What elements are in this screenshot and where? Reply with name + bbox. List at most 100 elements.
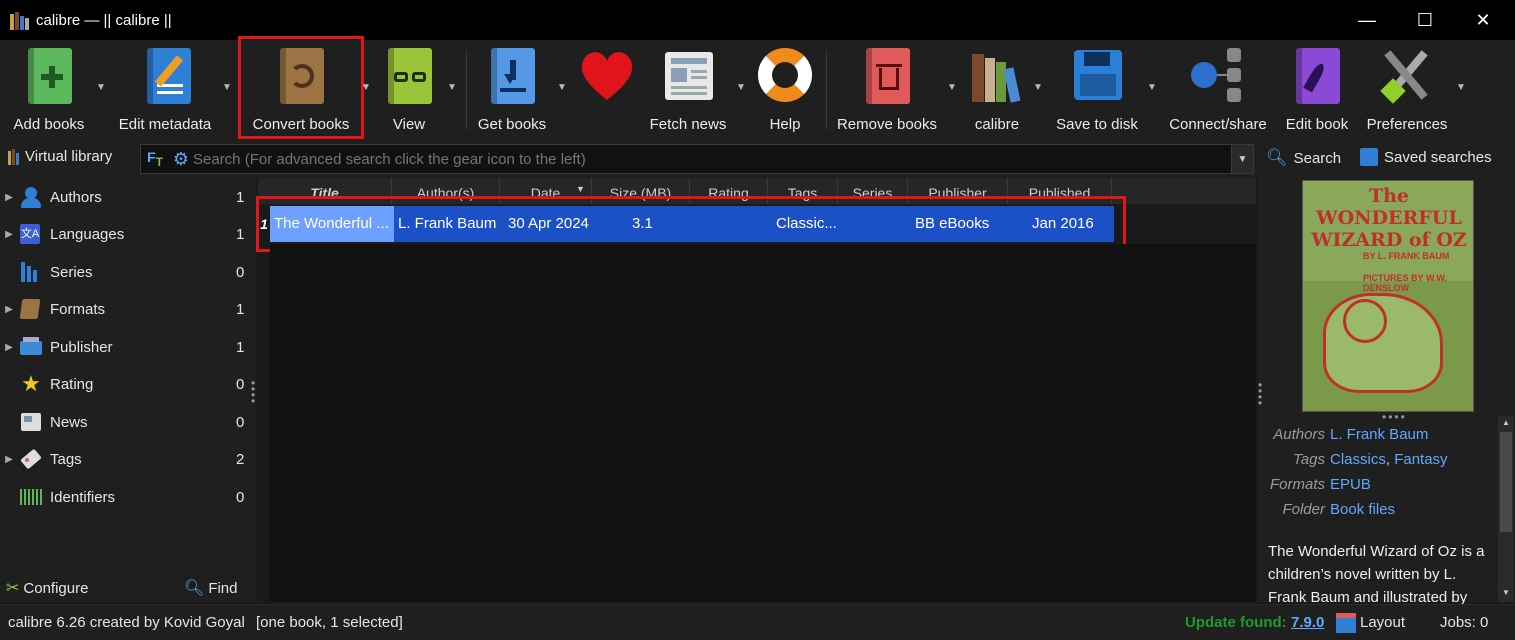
left-splitter-handle[interactable]: • • • • <box>251 377 255 407</box>
cover-splitter-handle[interactable]: •••• <box>1382 410 1407 424</box>
tag-category-label: Publisher <box>50 338 113 356</box>
saved-searches-button[interactable]: Saved searches <box>1360 148 1492 166</box>
find-label: Find <box>208 579 238 597</box>
tag-category-tags[interactable]: ▶ Tags 2 <box>0 441 256 477</box>
tag-category-count: 1 <box>236 225 245 243</box>
maximize-button[interactable]: ☐ <box>1402 0 1448 40</box>
book-details-panel: • • • • The WONDERFUL WIZARD of OZ BY L. FR… <box>1258 178 1515 606</box>
meta-formats-link[interactable]: EPUB <box>1330 476 1371 500</box>
edit-book-button[interactable]: Edit book <box>1282 40 1352 138</box>
update-version-link[interactable]: 7.9.0 <box>1291 614 1324 631</box>
save-to-disk-button[interactable]: Save to disk <box>1054 40 1140 138</box>
search-box: FT ⚙ ▼ <box>140 144 1254 174</box>
search-input[interactable] <box>193 145 1231 173</box>
search-history-dropdown[interactable]: ▼ <box>1231 145 1253 173</box>
virtual-library-label: Virtual library <box>25 148 113 165</box>
edit-metadata-button[interactable]: Edit metadata <box>114 40 216 138</box>
meta-authors-link[interactable]: L. Frank Baum <box>1330 426 1428 450</box>
tag-category-label: News <box>50 413 88 431</box>
view-button[interactable]: View <box>374 40 444 138</box>
search-row: Virtual library FT ⚙ ▼ 🔍︎ Search Saved s… <box>0 140 1515 178</box>
tag-category-news[interactable]: News 0 <box>0 404 256 440</box>
expand-arrow-icon[interactable]: ▶ <box>0 229 18 240</box>
scrollbar-thumb[interactable] <box>1500 432 1512 532</box>
tag-category-label: Tags <box>50 450 82 468</box>
remove-books-button[interactable]: Remove books <box>834 40 940 138</box>
expand-arrow-icon[interactable]: ▶ <box>0 192 18 203</box>
full-text-search-icon[interactable]: FT <box>141 149 169 169</box>
help-button[interactable]: Help <box>752 40 818 138</box>
donate-heart-button[interactable] <box>574 40 640 138</box>
calibre-app-icon <box>10 10 30 30</box>
saved-searches-label: Saved searches <box>1384 148 1492 166</box>
tag-category-count: 1 <box>236 300 245 318</box>
tag-category-label: Rating <box>50 375 94 393</box>
scroll-down-icon[interactable]: ▼ <box>1502 588 1510 597</box>
layout-button[interactable]: Layout <box>1360 614 1405 631</box>
scroll-up-icon[interactable]: ▲ <box>1502 418 1510 427</box>
fetch-news-dropdown[interactable]: ▼ <box>735 82 747 93</box>
meta-tag-classics-link[interactable]: Classics <box>1330 451 1386 475</box>
tag-category-identifiers[interactable]: Identifiers 0 <box>0 479 256 515</box>
convert-books-dropdown[interactable]: ▼ <box>360 82 372 93</box>
get-books-label: Get books <box>477 116 547 133</box>
tag-category-formats[interactable]: ▶ Formats 1 <box>0 291 256 327</box>
tag-category-rating[interactable]: ★ Rating 0 <box>0 366 256 402</box>
details-scrollbar[interactable]: ▲ ▼ <box>1498 416 1514 602</box>
get-books-button[interactable]: Get books <box>474 40 550 138</box>
minimize-button[interactable]: — <box>1344 0 1390 40</box>
tag-category-label: Formats <box>50 300 106 318</box>
tag-icon <box>18 447 44 471</box>
preferences-button[interactable]: Preferences <box>1364 40 1450 138</box>
news-icon <box>18 410 44 434</box>
layout-icon <box>1336 613 1356 633</box>
news-icon <box>657 44 719 106</box>
tag-category-languages[interactable]: ▶ 文A Languages 1 <box>0 216 256 252</box>
view-dropdown[interactable]: ▼ <box>446 82 458 93</box>
meta-tag-fantasy-link[interactable]: Fantasy <box>1394 451 1447 475</box>
connect-share-button[interactable]: Connect/share <box>1166 40 1270 138</box>
library-books-icon <box>966 44 1028 106</box>
remove-books-dropdown[interactable]: ▼ <box>946 82 958 93</box>
tag-category-publisher[interactable]: ▶ Publisher 1 <box>0 329 256 365</box>
person-icon <box>18 185 44 209</box>
window-title: calibre — || calibre || <box>36 11 172 29</box>
configure-button[interactable]: ✂ Configure <box>6 578 88 598</box>
search-button[interactable]: 🔍︎ Search <box>1266 148 1341 168</box>
expand-arrow-icon[interactable]: ▶ <box>0 304 18 315</box>
jobs-indicator[interactable]: Jobs: 0 <box>1440 614 1488 631</box>
calibre-library-dropdown[interactable]: ▼ <box>1032 82 1044 93</box>
meta-folder-link[interactable]: Book files <box>1330 501 1395 525</box>
fetch-news-button[interactable]: Fetch news <box>648 40 728 138</box>
get-books-dropdown[interactable]: ▼ <box>556 82 568 93</box>
add-books-dropdown[interactable]: ▼ <box>95 82 107 93</box>
right-splitter-handle[interactable]: • • • • <box>1258 379 1262 409</box>
tag-category-series[interactable]: Series 0 <box>0 254 256 290</box>
connect-share-label: Connect/share <box>1169 116 1267 133</box>
meta-formats-key: Formats <box>1269 476 1325 493</box>
preferences-dropdown[interactable]: ▼ <box>1455 82 1467 93</box>
gear-icon[interactable]: ⚙ <box>169 149 193 170</box>
title-bar: calibre — || calibre || — ☐ ✕ <box>0 0 1515 40</box>
book-list: Title Author(s) Date ▼ Size (MB) Rating … <box>256 178 1256 602</box>
toolbar-separator <box>466 50 467 130</box>
meta-folder-row: Folder Book files <box>1258 501 1498 525</box>
book-cover[interactable]: The WONDERFUL WIZARD of OZ BY L. FRANK B… <box>1302 180 1474 412</box>
edit-metadata-dropdown[interactable]: ▼ <box>221 82 233 93</box>
calibre-library-button[interactable]: calibre <box>964 40 1030 138</box>
find-button[interactable]: 🔍︎ Find <box>184 578 238 598</box>
add-books-button[interactable]: Add books <box>6 40 92 138</box>
tag-category-count: 0 <box>236 413 245 431</box>
tag-browser: ▶ Authors 1 ▶ 文A Languages 1 Series 0 ▶ … <box>0 178 256 602</box>
expand-arrow-icon[interactable]: ▶ <box>0 342 18 353</box>
language-icon: 文A <box>18 222 44 246</box>
book-description: The Wonderful Wizard of Oz is a children… <box>1268 543 1485 606</box>
expand-arrow-icon[interactable]: ▶ <box>0 454 18 465</box>
tools-icon: ✂ <box>6 580 20 597</box>
save-to-disk-dropdown[interactable]: ▼ <box>1146 82 1158 93</box>
close-button[interactable]: ✕ <box>1460 0 1506 40</box>
barcode-icon <box>18 485 44 509</box>
edit-metadata-icon <box>137 44 199 106</box>
tag-category-authors[interactable]: ▶ Authors 1 <box>0 179 256 215</box>
virtual-library-button[interactable]: Virtual library <box>8 148 112 165</box>
